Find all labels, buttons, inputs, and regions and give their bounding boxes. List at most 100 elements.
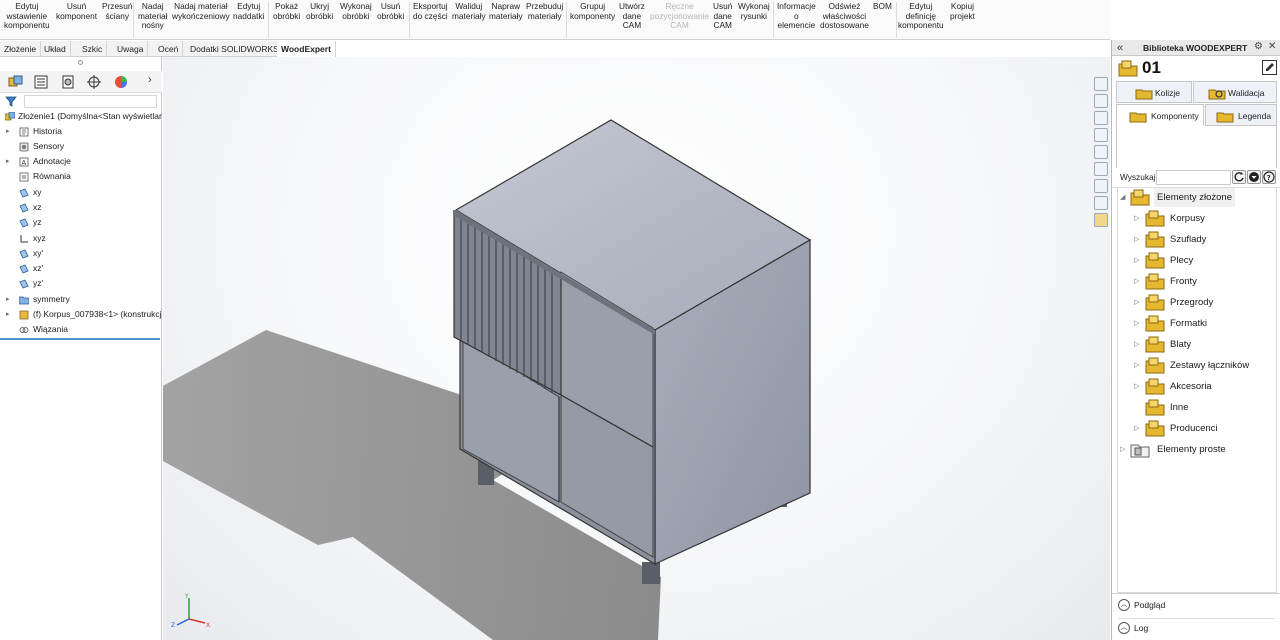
edit-allowances-button[interactable]: Edytuj naddatki — [233, 1, 264, 21]
expand-arrow-icon[interactable]: ▷ — [1134, 209, 1139, 228]
execute-machining-button[interactable]: Wykonaj obróbki — [340, 1, 372, 21]
move-faces-button[interactable]: Przesuń ściany — [102, 1, 132, 21]
tab-sketch[interactable]: Szkic — [78, 41, 108, 57]
resources-icon[interactable] — [1094, 77, 1108, 91]
filter-down-button[interactable] — [1247, 170, 1261, 184]
search-input[interactable] — [1156, 170, 1231, 185]
search-label: Wyszukaj — [1120, 172, 1156, 182]
gear-icon[interactable]: ⚙ — [1254, 41, 1263, 52]
rebuild-materials-button[interactable]: Przebuduj materiały — [526, 1, 563, 21]
panel-grip-icon[interactable] — [78, 60, 83, 65]
configuration-manager-icon[interactable] — [59, 75, 77, 89]
tree-item-equations[interactable]: Równania — [0, 169, 162, 184]
close-icon[interactable]: ✕ — [1268, 41, 1276, 52]
svg-text:A: A — [22, 160, 27, 167]
expand-arrow-icon[interactable]: ▷ — [1134, 230, 1139, 249]
copy-project-button[interactable]: Kopiuj projekt — [950, 1, 975, 21]
dimxpert-icon[interactable] — [85, 75, 103, 89]
design-library-icon[interactable] — [1094, 111, 1108, 125]
log-expander[interactable]: ︿ Log — [1118, 618, 1275, 636]
expand-arrow-icon[interactable]: ▷ — [1134, 335, 1139, 354]
delete-cam-data-button[interactable]: Usuń dane CAM — [713, 1, 732, 31]
group-components-button[interactable]: Grupuj komponenty — [570, 1, 615, 21]
expand-arrow-icon[interactable]: ▸ — [6, 154, 14, 169]
custom-properties-icon[interactable] — [1094, 179, 1108, 193]
expand-arrow-icon[interactable]: ▷ — [1134, 314, 1139, 333]
community-icon[interactable] — [1094, 196, 1108, 210]
graphics-viewport[interactable]: Y X Z ⊡ ⊟ – ❐ ✕ — [163, 57, 1110, 640]
tree-item-origin[interactable]: xyz — [0, 231, 162, 246]
tree-item-label: Historia — [33, 126, 62, 136]
expand-arrow-icon[interactable]: ▸ — [6, 124, 14, 139]
repair-materials-button[interactable]: Napraw materiały — [489, 1, 523, 21]
cabinet-3d-model[interactable]: Y X Z — [163, 57, 1110, 640]
expand-arrow-icon[interactable]: ▷ — [1134, 272, 1139, 291]
tree-item-assembly[interactable]: Złożenie1 (Domyślna<Stan wyświetlania — [0, 109, 162, 124]
show-machining-button[interactable]: Pokaż obróbki — [273, 1, 300, 21]
delete-component-button[interactable]: Usuń komponent — [56, 1, 97, 21]
tab-solidworks-addins[interactable]: Dodatki SOLIDWORKS — [186, 41, 284, 57]
expand-arrow-icon[interactable]: ▷ — [1134, 251, 1139, 270]
assign-finish-material-button[interactable]: Nadaj materiał wykończeniowy — [172, 1, 230, 21]
tree-item-mates[interactable]: Wiązania — [0, 322, 162, 337]
tab-evaluate[interactable]: Oceń — [154, 41, 184, 57]
collapse-panel-icon[interactable]: « — [1117, 40, 1123, 56]
tree-item-plane-xy2[interactable]: xy' — [0, 246, 162, 261]
manual-cam-positioning-button[interactable]: Ręczne pozycjonowanie CAM — [650, 1, 709, 31]
tree-item-plane-xz[interactable]: xz — [0, 200, 162, 215]
tree-item-plane-yz[interactable]: yz — [0, 215, 162, 230]
tab-layout[interactable]: Układ — [40, 41, 71, 57]
edit-insert-component-button[interactable]: Edytuj wstawienie komponentu — [4, 1, 50, 31]
tab-collisions[interactable]: Kolizje — [1116, 81, 1192, 103]
chevron-right-icon[interactable]: › — [148, 74, 152, 86]
tab-validation[interactable]: Walidacja — [1193, 81, 1277, 103]
tab-components[interactable]: Komponenty — [1116, 104, 1204, 126]
expand-arrow-icon[interactable]: ▸ — [6, 292, 14, 307]
tree-item-plane-xz2[interactable]: xz' — [0, 261, 162, 276]
property-manager-icon[interactable] — [32, 75, 50, 89]
expand-arrow-icon[interactable]: ▷ — [1134, 377, 1139, 396]
validate-materials-button[interactable]: Waliduj materiały — [452, 1, 486, 21]
view-palette-icon[interactable] — [1094, 145, 1108, 159]
bom-button[interactable]: BOM — [873, 1, 892, 12]
display-manager-icon[interactable] — [112, 75, 130, 89]
file-explorer-icon[interactable] — [1094, 128, 1108, 142]
expand-arrow-icon[interactable]: ▷ — [1134, 293, 1139, 312]
edit-icon[interactable] — [1262, 60, 1277, 75]
tree-item-plane-yz2[interactable]: yz' — [0, 276, 162, 291]
hide-machining-button[interactable]: Ukryj obróbki — [306, 1, 333, 21]
tree-item-plane-xy[interactable]: xy — [0, 185, 162, 200]
feature-manager-icon[interactable] — [6, 75, 24, 89]
help-button[interactable]: ? — [1262, 170, 1276, 184]
export-to-part-button[interactable]: Eksportuj do części — [413, 1, 448, 21]
tree-item-annotations[interactable]: ▸ A Adnotacje — [0, 154, 162, 169]
expand-arrow-icon[interactable]: ▸ — [6, 307, 14, 322]
tree-item-label: Wiązania — [33, 324, 68, 334]
filter-icon[interactable] — [5, 96, 19, 107]
tab-legend[interactable]: Legenda — [1205, 104, 1277, 126]
refresh-button[interactable] — [1232, 170, 1246, 184]
collapse-arrow-icon[interactable]: ◢ — [1120, 188, 1125, 207]
tab-assembly[interactable]: Złożenie — [0, 41, 42, 57]
tree-item-history[interactable]: ▸ Historia — [0, 124, 162, 139]
tab-woodexpert[interactable]: WoodExpert — [277, 41, 336, 57]
task-pane-strip — [1092, 75, 1110, 227]
create-cam-data-button[interactable]: Utwórz dane CAM — [619, 1, 645, 31]
delete-machining-button[interactable]: Usuń obróbki — [377, 1, 404, 21]
tab-markup[interactable]: Uwaga — [113, 41, 149, 57]
expand-arrow-icon[interactable]: ▷ — [1120, 440, 1125, 459]
expand-arrow-icon[interactable]: ▷ — [1134, 356, 1139, 375]
tree-filter-input[interactable] — [24, 95, 157, 108]
refresh-custom-properties-button[interactable]: Odśwież właściwości dostosowane — [820, 1, 869, 31]
element-info-button[interactable]: Informacje o elemencie — [777, 1, 816, 31]
tree-item-symmetry[interactable]: ▸ symmetry — [0, 292, 162, 307]
tree-item-sensors[interactable]: Sensory — [0, 139, 162, 154]
home-icon[interactable] — [1094, 94, 1108, 108]
appearances-icon[interactable] — [1094, 162, 1108, 176]
make-drawings-button[interactable]: Wykonaj rysunki — [738, 1, 770, 21]
expand-arrow-icon[interactable]: ▷ — [1134, 419, 1139, 438]
woodexpert-library-icon[interactable] — [1094, 213, 1108, 227]
edit-component-definition-button[interactable]: Edytuj definicję komponentu — [898, 1, 944, 31]
assign-core-material-button[interactable]: Nadaj materiał nośny — [138, 1, 168, 31]
tree-item-korpus-component[interactable]: ▸ (f) Korpus_007938<1> (konstrukcja s — [0, 307, 162, 322]
